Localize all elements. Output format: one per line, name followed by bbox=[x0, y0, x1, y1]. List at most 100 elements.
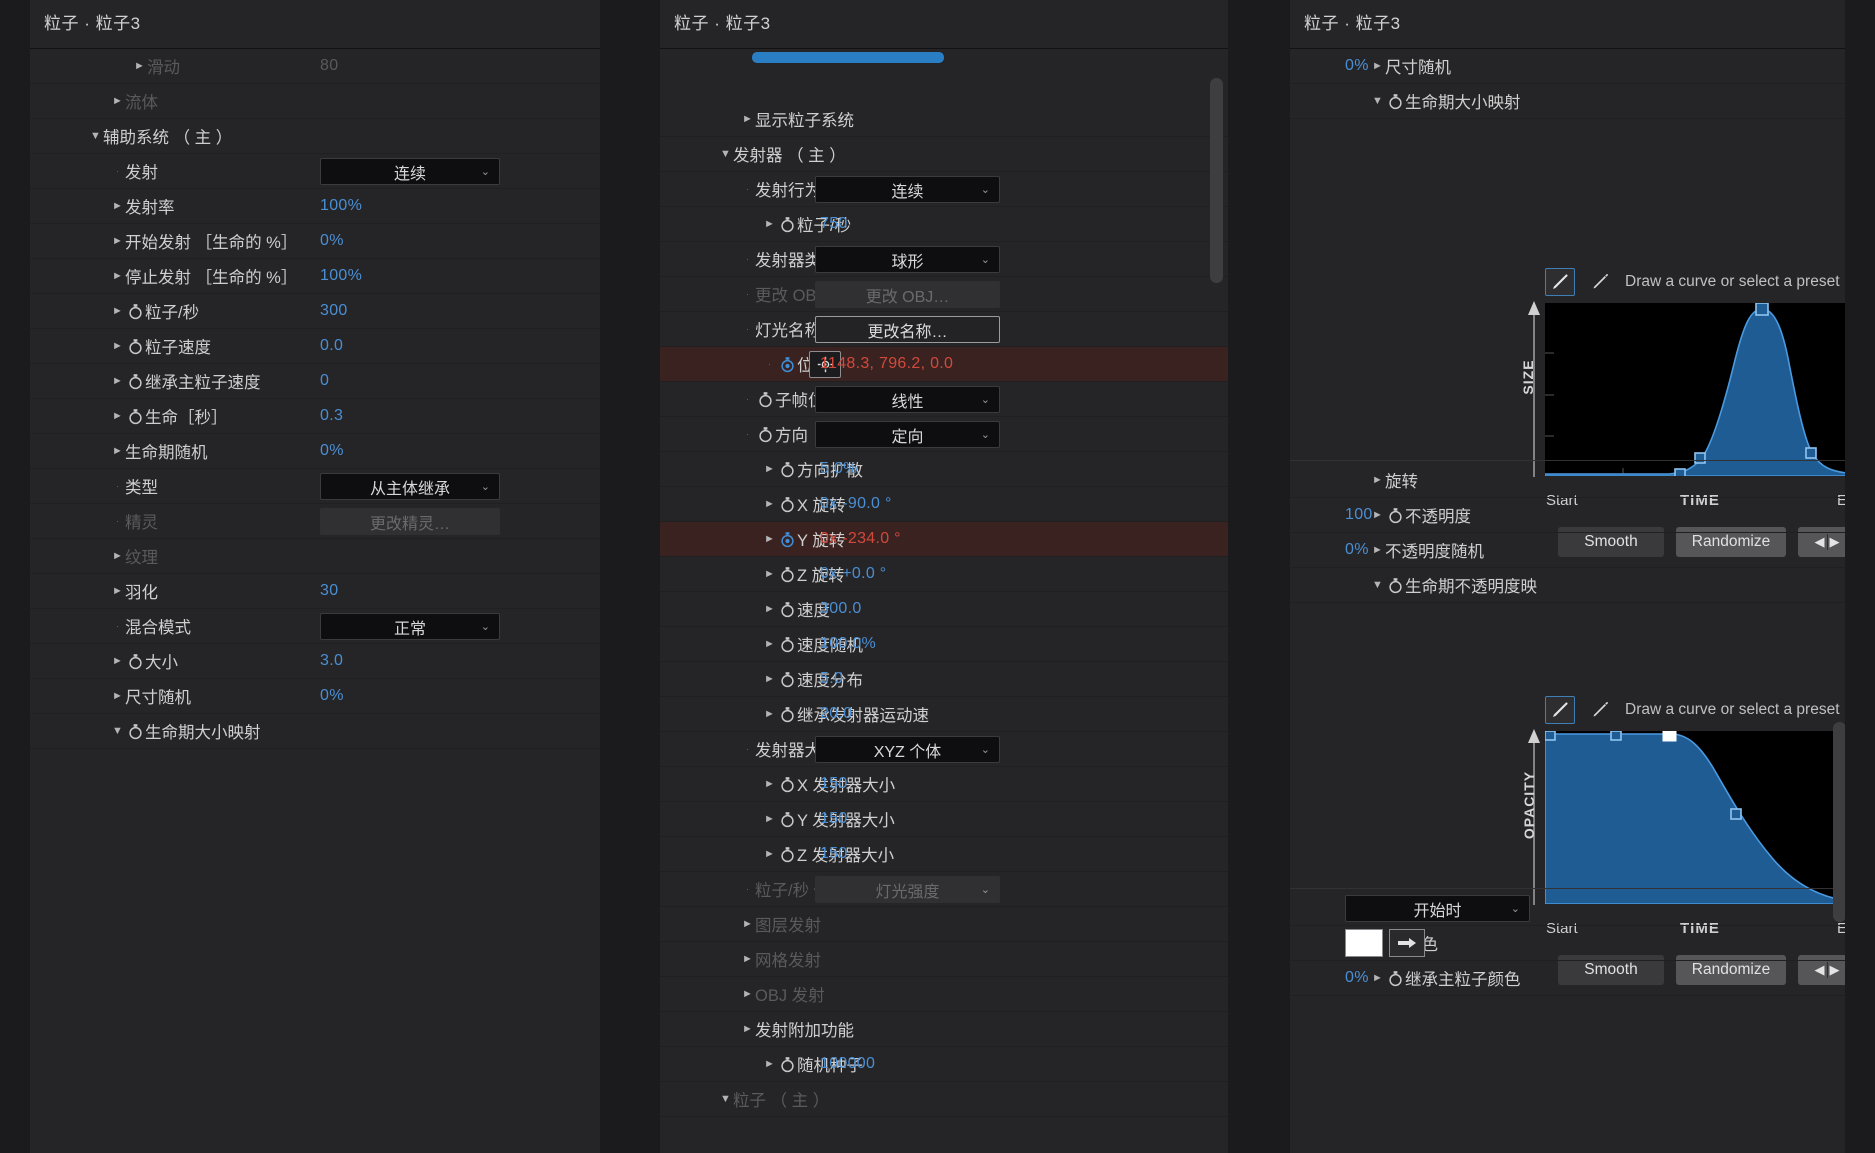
stopwatch-icon[interactable] bbox=[777, 811, 797, 828]
property-row[interactable]: ▼ 生命期大小映射 bbox=[30, 714, 600, 749]
twirl-closed-icon[interactable]: ► bbox=[110, 200, 125, 212]
brush-tool-icon[interactable] bbox=[1545, 696, 1575, 724]
stopwatch-icon[interactable] bbox=[1385, 507, 1405, 524]
property-value[interactable]: 0% bbox=[1345, 57, 1369, 75]
twirl-closed-icon[interactable]: ► bbox=[1370, 972, 1385, 984]
twirl-open-icon[interactable]: ▼ bbox=[718, 148, 733, 160]
stopwatch-icon[interactable] bbox=[777, 356, 797, 373]
property-value[interactable]: 300 bbox=[320, 302, 348, 320]
property-row[interactable]: ► 滑动 80 bbox=[30, 49, 600, 84]
property-row[interactable]: ► 继承发射器运动速 20.0 bbox=[660, 697, 1228, 732]
bullet-icon[interactable]: · bbox=[740, 744, 755, 754]
property-value[interactable]: 3.0 bbox=[320, 652, 343, 670]
property-row[interactable]: ► 流体 bbox=[30, 84, 600, 119]
twirl-closed-icon[interactable]: ► bbox=[740, 1023, 755, 1035]
property-value[interactable]: 0% bbox=[320, 442, 344, 460]
property-value[interactable]: 0% bbox=[320, 687, 344, 705]
bullet-icon[interactable]: · bbox=[740, 254, 755, 264]
property-row[interactable]: ·颜色 bbox=[1290, 926, 1845, 961]
twirl-closed-icon[interactable]: ► bbox=[762, 1058, 777, 1070]
right-panel-scrollbar[interactable] bbox=[1833, 722, 1845, 922]
property-row[interactable]: · 发射 连续 ⌄ bbox=[30, 154, 600, 189]
stopwatch-icon[interactable] bbox=[1385, 93, 1405, 110]
property-value[interactable]: 100000 bbox=[820, 1055, 875, 1073]
property-row[interactable]: ► 粒子速度 0.0 bbox=[30, 329, 600, 364]
property-value[interactable]: 0x -90.0 ° bbox=[820, 495, 892, 513]
property-row[interactable]: ▼ 发射器 （ 主 ） bbox=[660, 137, 1228, 172]
property-value[interactable]: 0% bbox=[1345, 541, 1369, 559]
property-row[interactable]: · 方向 定向 ⌄ bbox=[660, 417, 1228, 452]
property-row[interactable]: ► 纹理 bbox=[30, 539, 600, 574]
property-row[interactable]: · 发射器类型 球形 ⌄ bbox=[660, 242, 1228, 277]
twirl-closed-icon[interactable]: ► bbox=[110, 410, 125, 422]
property-value[interactable]: 1148.3, 796.2, 0.0 bbox=[820, 355, 953, 373]
dropdown-select[interactable]: 灯光强度 ⌄ bbox=[815, 876, 1000, 903]
stopwatch-icon[interactable] bbox=[125, 373, 145, 390]
stopwatch-icon[interactable] bbox=[777, 216, 797, 233]
opacity-curve-graph-right[interactable] bbox=[1544, 729, 1845, 905]
twirl-open-icon[interactable]: ▼ bbox=[718, 1093, 733, 1105]
twirl-closed-icon[interactable]: ► bbox=[762, 778, 777, 790]
twirl-closed-icon[interactable]: ► bbox=[1370, 544, 1385, 556]
bullet-icon[interactable]: · bbox=[740, 429, 755, 439]
property-row[interactable]: ▼ 生命期不透明度映 bbox=[1290, 568, 1845, 603]
stopwatch-icon[interactable] bbox=[125, 408, 145, 425]
stopwatch-icon[interactable] bbox=[777, 636, 797, 653]
twirl-closed-icon[interactable]: ► bbox=[762, 568, 777, 580]
twirl-closed-icon[interactable]: ► bbox=[762, 673, 777, 685]
twirl-closed-icon[interactable]: ► bbox=[110, 690, 125, 702]
property-value[interactable]: 0x +0.0 ° bbox=[820, 565, 886, 583]
eyedropper-icon[interactable] bbox=[1389, 929, 1425, 957]
property-row[interactable]: ► 方向扩散 5.0% bbox=[660, 452, 1228, 487]
property-value[interactable]: 5.0 bbox=[820, 670, 843, 688]
stopwatch-icon[interactable] bbox=[125, 303, 145, 320]
change-button[interactable]: 更改名称… bbox=[815, 316, 1000, 343]
twirl-closed-icon[interactable]: ► bbox=[110, 445, 125, 457]
twirl-closed-icon[interactable]: ► bbox=[1370, 474, 1385, 486]
property-row[interactable]: · 类型 从主体继承 ⌄ bbox=[30, 469, 600, 504]
property-value[interactable]: 0x -234.0 ° bbox=[820, 530, 901, 548]
property-value[interactable]: 100 bbox=[1345, 506, 1373, 524]
property-row[interactable]: ► X 旋转 0x -90.0 ° bbox=[660, 487, 1228, 522]
property-row[interactable]: ► 停止发射 ［生命的 %］ 100% bbox=[30, 259, 600, 294]
twirl-closed-icon[interactable]: ► bbox=[110, 235, 125, 247]
property-value[interactable]: 0% bbox=[320, 232, 344, 250]
property-value[interactable]: 100% bbox=[320, 197, 362, 215]
property-value[interactable]: 100% bbox=[320, 267, 362, 285]
stopwatch-icon[interactable] bbox=[777, 1056, 797, 1073]
twirl-closed-icon[interactable]: ► bbox=[740, 918, 755, 930]
property-value[interactable]: 750 bbox=[820, 215, 848, 233]
property-row[interactable]: · 发射器大小 XYZ 个体 ⌄ bbox=[660, 732, 1228, 767]
property-row[interactable]: ► 显示粒子系统 bbox=[660, 102, 1228, 137]
twirl-open-icon[interactable]: ▼ bbox=[1370, 579, 1385, 591]
color-swatch[interactable] bbox=[1345, 929, 1383, 957]
property-value[interactable]: 0.3 bbox=[320, 407, 343, 425]
stopwatch-icon[interactable] bbox=[777, 671, 797, 688]
property-value[interactable]: 5.0% bbox=[820, 460, 858, 478]
property-value[interactable]: 150 bbox=[820, 775, 848, 793]
bullet-icon[interactable]: · bbox=[110, 516, 125, 526]
property-row[interactable]: ▼ 生命期大小映射 bbox=[1290, 84, 1845, 119]
bullet-icon[interactable]: · bbox=[740, 324, 755, 334]
twirl-closed-icon[interactable]: ► bbox=[110, 550, 125, 562]
stopwatch-icon[interactable] bbox=[777, 706, 797, 723]
property-row[interactable]: ► Z 旋转 0x +0.0 ° bbox=[660, 557, 1228, 592]
twirl-closed-icon[interactable]: ► bbox=[110, 95, 125, 107]
property-row[interactable]: ► 图层发射 bbox=[660, 907, 1228, 942]
property-row[interactable]: · 混合模式 正常 ⌄ bbox=[30, 609, 600, 644]
twirl-open-icon[interactable]: ▼ bbox=[88, 130, 103, 142]
stopwatch-icon[interactable] bbox=[755, 391, 775, 408]
twirl-closed-icon[interactable]: ► bbox=[110, 305, 125, 317]
twirl-closed-icon[interactable]: ► bbox=[762, 638, 777, 650]
dropdown-select[interactable]: 连续 ⌄ bbox=[320, 158, 500, 185]
property-row[interactable]: · 灯光名称 更改名称… bbox=[660, 312, 1228, 347]
property-row[interactable]: ► 不透明度 100 bbox=[1290, 498, 1845, 533]
brush-tool-icon[interactable] bbox=[1545, 268, 1575, 296]
property-row[interactable]: ▼ 粒子 （ 主 ） bbox=[660, 1082, 1228, 1117]
property-row[interactable]: ► 不透明度随机 0% bbox=[1290, 533, 1845, 568]
bullet-icon[interactable]: · bbox=[110, 481, 125, 491]
twirl-closed-icon[interactable]: ► bbox=[110, 585, 125, 597]
stopwatch-icon[interactable] bbox=[777, 776, 797, 793]
property-value[interactable]: 300.0 bbox=[820, 600, 862, 618]
property-row[interactable]: · 发射行为 连续 ⌄ bbox=[660, 172, 1228, 207]
